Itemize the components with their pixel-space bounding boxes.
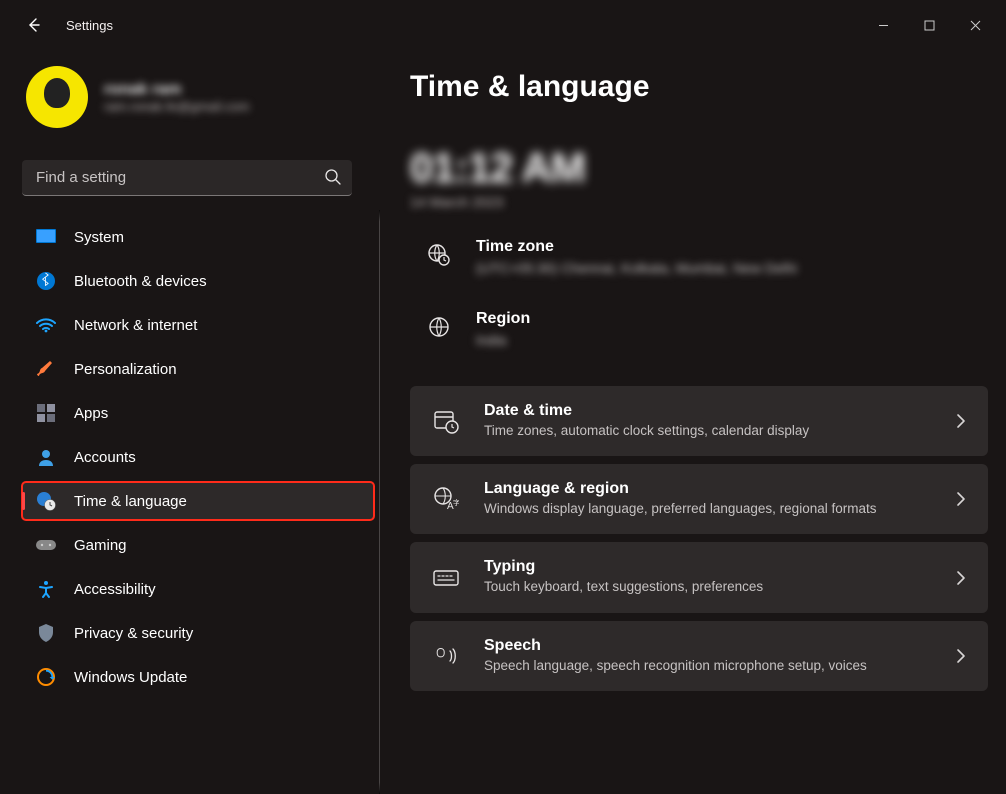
sidebar-item-network[interactable]: Network & internet xyxy=(22,306,374,344)
page-title: Time & language xyxy=(410,70,988,104)
date-time-icon xyxy=(432,407,460,435)
app-title: Settings xyxy=(66,18,113,33)
sidebar-item-accessibility[interactable]: Accessibility xyxy=(22,570,374,608)
sidebar-item-gaming[interactable]: Gaming xyxy=(22,526,374,564)
update-icon xyxy=(36,667,56,687)
language-icon: A字 xyxy=(432,485,460,513)
brush-icon xyxy=(36,359,56,379)
close-button[interactable] xyxy=(952,9,998,41)
sidebar-item-label: Network & internet xyxy=(74,317,197,334)
globe-icon xyxy=(424,312,454,342)
display-icon xyxy=(36,227,56,247)
bluetooth-icon xyxy=(36,271,56,291)
window-controls xyxy=(860,9,998,41)
timezone-info[interactable]: Time zone (UTC+05:30) Chennai, Kolkata, … xyxy=(410,232,988,294)
sidebar-item-system[interactable]: System xyxy=(22,218,374,256)
timezone-label: Time zone xyxy=(476,238,797,256)
current-date: 14 March 2023 xyxy=(410,194,988,210)
svg-text:字: 字 xyxy=(453,498,459,507)
sidebar-item-label: Windows Update xyxy=(74,669,187,686)
card-title: Typing xyxy=(484,558,763,576)
minimize-icon xyxy=(878,20,889,31)
arrow-left-icon xyxy=(26,17,42,33)
chevron-right-icon xyxy=(954,413,966,429)
card-desc: Touch keyboard, text suggestions, prefer… xyxy=(484,578,763,596)
card-title: Language & region xyxy=(484,480,876,498)
card-speech[interactable]: Speech Speech language, speech recogniti… xyxy=(410,621,988,691)
sidebar-item-label: Bluetooth & devices xyxy=(74,273,207,290)
sidebar-item-label: Accounts xyxy=(74,449,136,466)
clock-globe-icon xyxy=(36,491,56,511)
sidebar-item-label: Gaming xyxy=(74,537,127,554)
sidebar-item-personalization[interactable]: Personalization xyxy=(22,350,374,388)
timezone-value: (UTC+05:30) Chennai, Kolkata, Mumbai, Ne… xyxy=(476,260,797,276)
gamepad-icon xyxy=(36,535,56,555)
card-language-region[interactable]: A字 Language & region Windows display lan… xyxy=(410,464,988,534)
sidebar-item-update[interactable]: Windows Update xyxy=(22,658,374,696)
search-input[interactable] xyxy=(22,160,352,196)
search-box[interactable] xyxy=(22,160,352,196)
card-desc: Windows display language, preferred lang… xyxy=(484,500,876,518)
card-title: Date & time xyxy=(484,402,809,420)
sidebar-item-apps[interactable]: Apps xyxy=(22,394,374,432)
chevron-right-icon xyxy=(954,570,966,586)
main-content: Time & language 01:12 AM 14 March 2023 T… xyxy=(380,50,1006,794)
sidebar: ronak ram ram.ronak.fe@gmail.com System … xyxy=(0,50,380,794)
timezone-icon xyxy=(424,240,454,270)
keyboard-icon xyxy=(432,564,460,592)
apps-icon xyxy=(36,403,56,423)
sidebar-divider xyxy=(379,210,380,794)
profile-name: ronak ram xyxy=(104,81,249,99)
card-date-time[interactable]: Date & time Time zones, automatic clock … xyxy=(410,386,988,456)
sidebar-item-label: Personalization xyxy=(74,361,177,378)
sidebar-item-label: Apps xyxy=(74,405,108,422)
profile-email: ram.ronak.fe@gmail.com xyxy=(104,99,249,114)
sidebar-item-label: Accessibility xyxy=(74,581,156,598)
accessibility-icon xyxy=(36,579,56,599)
avatar xyxy=(26,66,88,128)
sidebar-item-label: System xyxy=(74,229,124,246)
region-label: Region xyxy=(476,310,530,328)
card-desc: Speech language, speech recognition micr… xyxy=(484,657,867,675)
speech-icon xyxy=(432,642,460,670)
chevron-right-icon xyxy=(954,491,966,507)
current-time: 01:12 AM xyxy=(410,144,988,192)
search-icon xyxy=(324,168,342,186)
card-title: Speech xyxy=(484,637,867,655)
maximize-icon xyxy=(924,20,935,31)
sidebar-nav: System Bluetooth & devices Network & int… xyxy=(22,218,374,696)
sidebar-item-time-language[interactable]: Time & language xyxy=(22,482,374,520)
card-desc: Time zones, automatic clock settings, ca… xyxy=(484,422,809,440)
sidebar-item-bluetooth[interactable]: Bluetooth & devices xyxy=(22,262,374,300)
profile-block[interactable]: ronak ram ram.ronak.fe@gmail.com xyxy=(22,64,374,144)
region-value: India xyxy=(476,332,530,348)
shield-icon xyxy=(36,623,56,643)
person-icon xyxy=(36,447,56,467)
back-button[interactable] xyxy=(18,9,50,41)
card-typing[interactable]: Typing Touch keyboard, text suggestions,… xyxy=(410,542,988,612)
region-info[interactable]: Region India xyxy=(410,304,988,366)
wifi-icon xyxy=(36,315,56,335)
close-icon xyxy=(970,20,981,31)
chevron-right-icon xyxy=(954,648,966,664)
minimize-button[interactable] xyxy=(860,9,906,41)
titlebar: Settings xyxy=(0,0,1006,50)
maximize-button[interactable] xyxy=(906,9,952,41)
sidebar-item-accounts[interactable]: Accounts xyxy=(22,438,374,476)
sidebar-item-label: Privacy & security xyxy=(74,625,193,642)
sidebar-item-label: Time & language xyxy=(74,493,187,510)
sidebar-item-privacy[interactable]: Privacy & security xyxy=(22,614,374,652)
